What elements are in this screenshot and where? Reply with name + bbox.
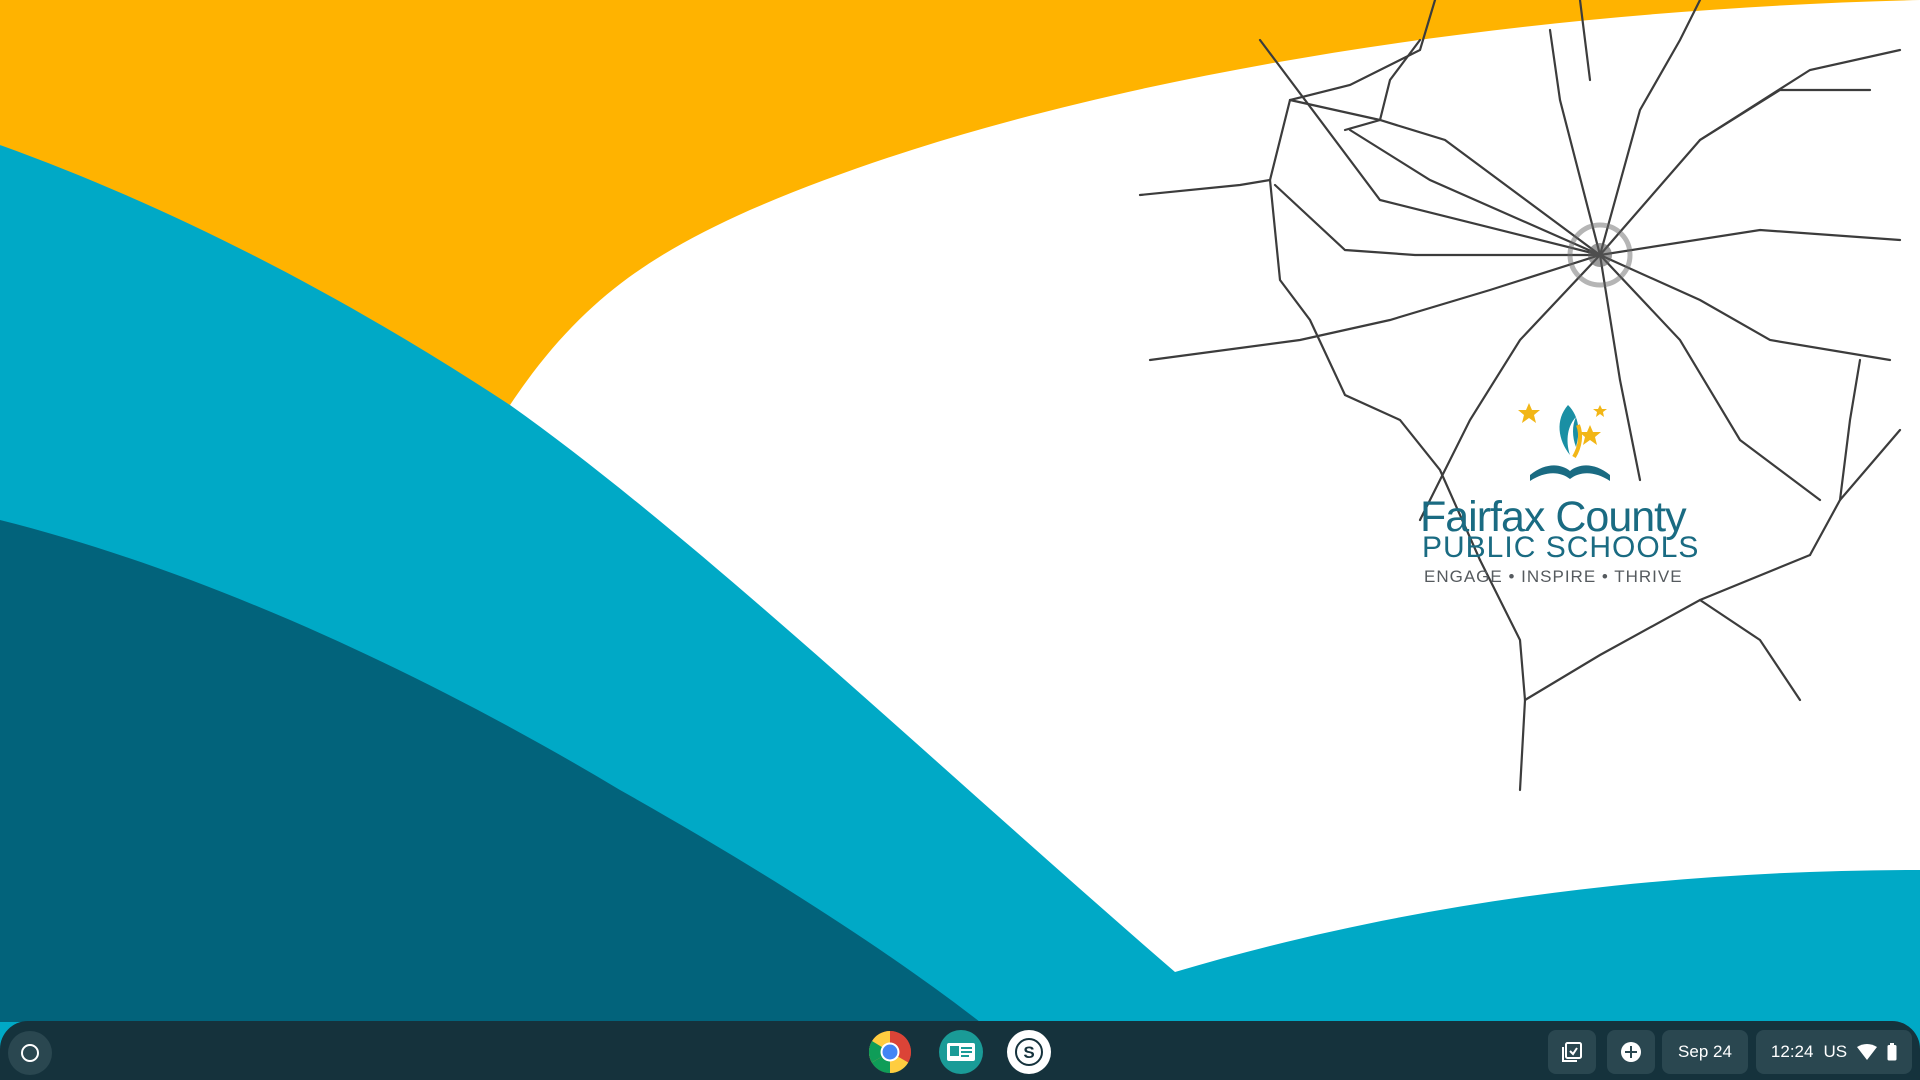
- time-label: 12:24: [1770, 1042, 1814, 1061]
- fcps-emblem-icon: [1518, 403, 1610, 481]
- shelf-app-chrome[interactable]: [868, 1030, 912, 1074]
- shelf-app-securly[interactable]: S: [1007, 1030, 1051, 1074]
- add-circle-icon: [1621, 1042, 1641, 1062]
- holding-space-button[interactable]: [1548, 1030, 1596, 1074]
- date-label: Sep 24: [1678, 1042, 1732, 1061]
- ime-label: US: [1823, 1042, 1848, 1061]
- logo-tagline: ENGAGE • INSPIRE • THRIVE: [1424, 567, 1683, 586]
- launcher-circle-icon: [21, 1044, 39, 1062]
- classroom-card-icon: [947, 1043, 975, 1061]
- status-area-button[interactable]: 12:24 US: [1756, 1030, 1912, 1074]
- add-button[interactable]: [1607, 1030, 1655, 1074]
- wifi-icon: [1857, 1044, 1878, 1060]
- svg-text:S: S: [1023, 1043, 1034, 1062]
- battery-icon: [1887, 1043, 1897, 1061]
- securly-s-icon: S: [1015, 1038, 1043, 1066]
- logo-subtitle: PUBLIC SCHOOLS: [1422, 531, 1700, 564]
- fcps-logo: Fairfax County PUBLIC SCHOOLS ENGAGE • I…: [1420, 395, 1720, 595]
- shelf-app-classroom[interactable]: [939, 1030, 983, 1074]
- date-tray-button[interactable]: Sep 24: [1662, 1030, 1748, 1074]
- shelf: S Sep 24 12:24 US: [0, 1021, 1920, 1080]
- holding-space-icon: [1562, 1042, 1582, 1062]
- chrome-icon: [868, 1031, 912, 1074]
- launcher-button[interactable]: [8, 1031, 52, 1075]
